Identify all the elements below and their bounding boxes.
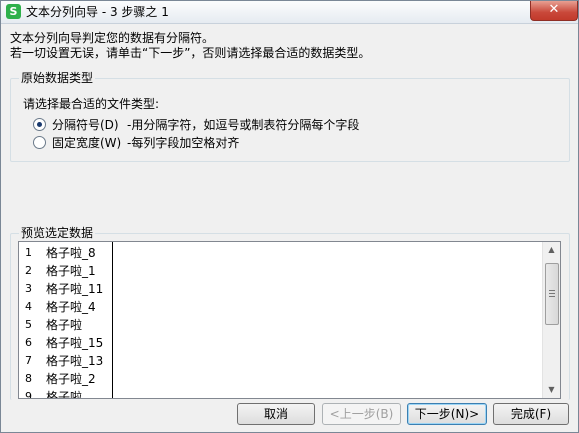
original-data-type-label: 原始数据类型 [19, 71, 96, 85]
row-number: 1 [25, 246, 32, 259]
row-number: 2 [25, 264, 32, 277]
cancel-button[interactable]: 取消 [237, 403, 315, 425]
title-bar: S 文本分列向导 - 3 步骤之 1 ✕ [1, 1, 578, 24]
preview-label: 预览选定数据 [19, 226, 96, 240]
radio-delimited-label: 分隔符号(D) [52, 118, 119, 132]
close-button[interactable]: ✕ [530, 1, 578, 21]
row-value: 格子啦_13 [46, 354, 104, 368]
scroll-down-arrow-icon[interactable]: ▼ [543, 382, 560, 398]
back-button[interactable]: <上一步(B) [322, 403, 401, 425]
radio-delimited-description: -用分隔字符，如逗号或制表符分隔每个字段 [127, 118, 360, 132]
file-type-prompt: 请选择最合适的文件类型: [23, 97, 160, 111]
row-value: 格子啦_4 [46, 300, 96, 314]
row-value: 格子啦_2 [46, 372, 96, 386]
radio-fixed-width[interactable]: 固定宽度(W) [33, 135, 121, 151]
thumb-grip-line [549, 293, 555, 294]
radio-fixed-width-description: -每列字段加空格对齐 [127, 136, 240, 150]
radio-fixed-width-dot[interactable] [33, 136, 46, 149]
wps-app-icon: S [6, 4, 21, 19]
row-number: 6 [25, 336, 32, 349]
column-break-line[interactable] [112, 242, 113, 398]
row-number: 4 [25, 300, 32, 313]
thumb-grip-line [549, 296, 555, 297]
scroll-up-arrow-icon[interactable]: ▲ [543, 242, 560, 258]
text-to-columns-wizard-dialog: S 文本分列向导 - 3 步骤之 1 ✕ 文本分列向导判定您的数据有分隔符。 若… [0, 0, 579, 433]
radio-delimited-dot[interactable] [33, 118, 46, 131]
row-number: 7 [25, 354, 32, 367]
row-value: 格子啦_11 [46, 282, 104, 296]
row-number: 5 [25, 318, 32, 331]
finish-button[interactable]: 完成(F) [493, 403, 569, 425]
row-value: 格子啦_8 [46, 246, 96, 260]
next-button[interactable]: 下一步(N)> [407, 403, 487, 425]
scroll-thumb[interactable] [545, 263, 559, 325]
row-number: 9 [25, 390, 32, 399]
row-value: 格子啦 [46, 318, 83, 332]
preview-data-pane[interactable]: 1 格子啦_8 2 格子啦_1 3 格子啦_11 4 格子啦_4 5 格子啦 6… [18, 241, 561, 399]
radio-fixed-width-label: 固定宽度(W) [52, 136, 122, 150]
close-icon: ✕ [548, 2, 560, 17]
row-number: 3 [25, 282, 32, 295]
thumb-grip-line [549, 290, 555, 291]
preview-vertical-scrollbar[interactable]: ▲ ▼ [542, 242, 560, 398]
row-value: 格子啦_15 [46, 336, 104, 350]
radio-delimited[interactable]: 分隔符号(D) [33, 117, 119, 133]
row-number: 8 [25, 372, 32, 385]
row-value: 格子啦 [46, 390, 83, 399]
row-value: 格子啦_1 [46, 264, 96, 278]
intro-text-line-2: 若一切设置无误，请单击“下一步”，否则请选择最合适的数据类型。 [10, 46, 371, 60]
intro-text-line-1: 文本分列向导判定您的数据有分隔符。 [10, 31, 215, 45]
window-title: 文本分列向导 - 3 步骤之 1 [26, 5, 169, 19]
